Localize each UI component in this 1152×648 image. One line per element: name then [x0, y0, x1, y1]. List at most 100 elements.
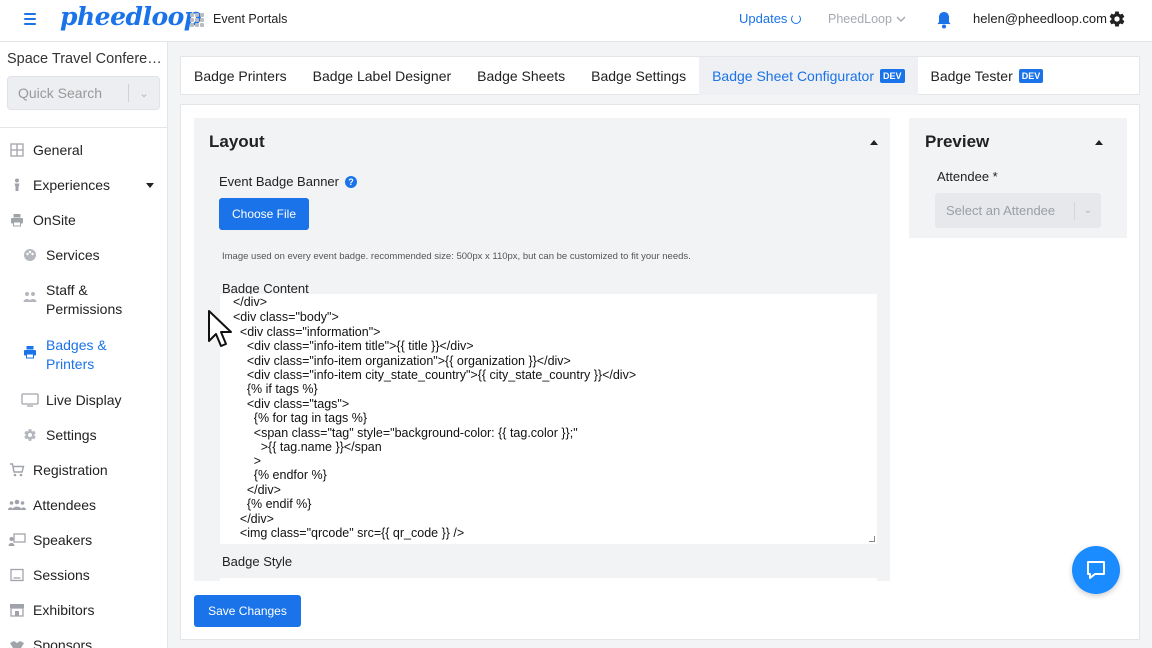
- chat-bubble-icon: [1087, 561, 1105, 579]
- sidebar-item-services[interactable]: Services: [0, 246, 168, 265]
- palette-icon: [24, 249, 36, 261]
- code-line: </div>: [226, 512, 274, 526]
- collapse-caret-icon[interactable]: [870, 140, 878, 145]
- sidebar-item-label: Exhibitors: [33, 602, 95, 618]
- sidebar-item-onsite[interactable]: OnSite: [0, 211, 168, 230]
- tab-badge-printers[interactable]: Badge Printers: [181, 57, 300, 95]
- sidebar-item-staff-permissions[interactable]: Staff & Permissions: [0, 281, 168, 319]
- code-line: {% endif %}: [226, 497, 312, 511]
- sidebar-item-label: Sessions: [33, 567, 90, 583]
- chevron-down-icon: ⌄: [1083, 205, 1093, 216]
- code-line: <div class="tags">: [226, 397, 350, 411]
- content-panel: Layout Event Badge Banner ? Choose File …: [180, 104, 1140, 640]
- sidebar-item-label: Services: [46, 247, 100, 263]
- event-portals-link[interactable]: Event Portals: [213, 12, 287, 26]
- updates-link[interactable]: Updates: [739, 11, 802, 26]
- resize-handle[interactable]: [869, 536, 875, 542]
- tab-label: Badge Printers: [194, 68, 287, 84]
- code-line: </div>: [226, 483, 281, 497]
- sidebar-item-live-display[interactable]: Live Display: [0, 391, 168, 410]
- updates-label: Updates: [739, 11, 788, 26]
- sidebar-item-speakers[interactable]: Speakers: [0, 531, 168, 550]
- tab-badge-tester[interactable]: Badge Tester DEV: [918, 57, 1057, 95]
- dev-badge: DEV: [879, 69, 905, 83]
- badge-style-label: Badge Style: [222, 554, 293, 569]
- attendee-select-placeholder: Select an Attendee: [946, 202, 1056, 218]
- tab-label: Badge Sheets: [477, 68, 566, 84]
- sidebar-item-sessions[interactable]: Sessions: [0, 566, 168, 585]
- code-line: <span class="tag" style="background-colo…: [226, 426, 578, 440]
- quick-search-select[interactable]: Quick Search ⌄: [7, 76, 160, 110]
- event-name[interactable]: Space Travel Conference: [7, 51, 163, 67]
- group-icon: [8, 499, 26, 510]
- store-icon: [10, 604, 24, 617]
- sidebar-item-experiences[interactable]: Experiences: [0, 176, 168, 195]
- caret-down-icon[interactable]: [146, 183, 154, 188]
- printer-icon: [24, 346, 36, 359]
- sidebar-divider: [0, 127, 168, 128]
- sidebar-item-label: Badges & Printers: [46, 337, 107, 372]
- sidebar-item-label: Speakers: [33, 532, 93, 548]
- mouse-cursor-icon: [208, 310, 232, 347]
- sidebar-item-attendees[interactable]: Attendees: [0, 496, 168, 515]
- sidebar-item-settings[interactable]: Settings: [0, 426, 168, 445]
- presenter-icon: [8, 533, 26, 546]
- handshake-icon: [10, 641, 24, 648]
- attendee-select[interactable]: Select an Attendee ⌄: [935, 193, 1101, 228]
- sidebar-item-label: Experiences: [33, 177, 111, 193]
- tab-label: Badge Tester: [930, 68, 1013, 84]
- sidebar-item-label: General: [33, 142, 83, 158]
- collapse-caret-icon[interactable]: [1095, 140, 1103, 145]
- event-badge-banner-label: Event Badge Banner ?: [219, 174, 357, 189]
- hamburger-menu-icon[interactable]: [24, 13, 36, 25]
- preview-title: Preview: [925, 132, 990, 151]
- organization-dropdown[interactable]: PheedLoop: [828, 12, 906, 26]
- sidebar-item-badges-printers[interactable]: Badges & Printers: [0, 336, 168, 374]
- dev-badge: DEV: [1018, 69, 1044, 83]
- support-chat-button[interactable]: [1072, 546, 1120, 594]
- help-icon[interactable]: ?: [344, 175, 357, 188]
- person-icon: [14, 178, 20, 191]
- screen-icon: [10, 568, 24, 582]
- chevron-down-icon: [896, 16, 906, 22]
- refresh-icon: [791, 13, 802, 24]
- sidebar-item-label: Settings: [46, 427, 97, 443]
- code-line: {% for tag in tags %}: [226, 411, 368, 425]
- tab-badge-settings[interactable]: Badge Settings: [578, 57, 699, 95]
- banner-label-text: Event Badge Banner: [219, 174, 339, 189]
- sidebar-item-registration[interactable]: Registration: [0, 461, 168, 480]
- badge-content-editor[interactable]: </div> <div class="body"> <div class="in…: [220, 294, 877, 544]
- apps-grid-icon[interactable]: [190, 13, 204, 27]
- layout-title: Layout: [209, 132, 265, 151]
- preview-card: Preview Attendee * Select an Attendee ⌄: [909, 118, 1127, 238]
- sidebar-item-label: Live Display: [46, 392, 122, 408]
- tab-badge-sheet-configurator[interactable]: Badge Sheet Configurator DEV: [699, 57, 918, 95]
- choose-file-button[interactable]: Choose File: [219, 198, 309, 230]
- sidebar-item-label: OnSite: [33, 212, 76, 228]
- code-line: <div class="info-item city_state_country…: [226, 368, 637, 382]
- monitor-icon: [21, 393, 39, 407]
- tab-label: Badge Settings: [591, 68, 687, 84]
- notification-bell-icon[interactable]: [936, 11, 952, 29]
- tab-badge-sheets[interactable]: Badge Sheets: [464, 57, 578, 95]
- tab-label: Badge Label Designer: [312, 68, 452, 84]
- banner-hint-text: Image used on every event badge. recomme…: [222, 251, 691, 262]
- sidebar-item-exhibitors[interactable]: Exhibitors: [0, 601, 168, 620]
- gear-icon[interactable]: [1108, 10, 1126, 28]
- code-line: <div class="information">: [226, 325, 381, 339]
- sidebar-item-general[interactable]: General: [0, 141, 168, 160]
- pheedloop-logo[interactable]: pheedloop: [60, 2, 201, 31]
- code-line: <div class="info-item title">{{ title }}…: [226, 339, 474, 353]
- badge-tabs: Badge Printers Badge Label Designer Badg…: [180, 56, 1140, 95]
- sidebar: Space Travel Conference Quick Search ⌄ G…: [0, 42, 168, 648]
- gear-icon: [24, 429, 36, 441]
- people-icon: [23, 292, 37, 302]
- sidebar-item-label: Registration: [33, 462, 108, 478]
- tab-label: Badge Sheet Configurator: [712, 68, 874, 84]
- sidebar-item-sponsors[interactable]: Sponsors: [0, 636, 168, 648]
- save-changes-button[interactable]: Save Changes: [194, 595, 301, 627]
- code-line: {% endfor %}: [226, 468, 327, 482]
- user-account-menu[interactable]: helen@pheedloop.com: [973, 11, 1107, 26]
- tab-badge-label-designer[interactable]: Badge Label Designer: [300, 57, 465, 95]
- badge-style-editor[interactable]: [220, 578, 877, 581]
